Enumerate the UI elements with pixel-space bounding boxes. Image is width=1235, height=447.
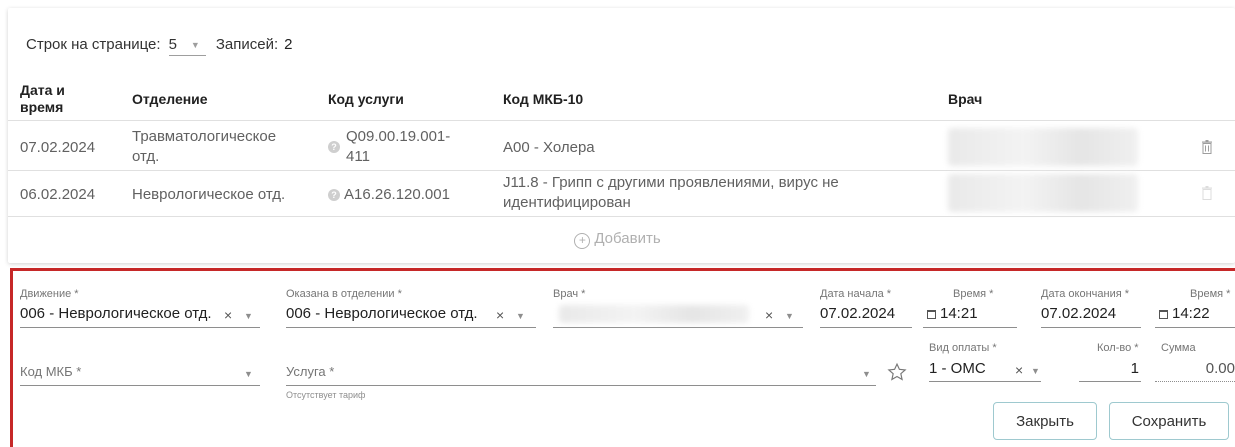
- end-date-input[interactable]: 07.02.2024: [1041, 303, 1141, 328]
- start-time-value: 14:21: [940, 305, 978, 322]
- dept-value: 006 - Неврологическое отд.: [286, 305, 478, 322]
- doctor-label: Врач *: [553, 288, 586, 300]
- table-header: Дата и время Отделение Код услуги Код МК…: [8, 80, 1235, 121]
- service-placeholder: Услуга *: [286, 364, 335, 379]
- trash-icon[interactable]: [1201, 186, 1213, 200]
- chevron-down-icon: ▼: [190, 39, 200, 50]
- row-date: 06.02.2024: [20, 186, 96, 203]
- qty-input[interactable]: 1: [1079, 357, 1141, 382]
- row-mkb: J11.8 - Грипп с другими проявлениями, ви…: [503, 174, 839, 211]
- sum-label: Сумма: [1161, 342, 1196, 354]
- column-header-mkb: Код МКБ-10: [503, 91, 584, 107]
- records-label: Записей:: [215, 36, 279, 53]
- start-time-input[interactable]: 14:21: [923, 303, 1017, 328]
- clear-icon[interactable]: ×: [1015, 362, 1023, 378]
- row-date: 07.02.2024: [20, 139, 96, 156]
- clear-icon[interactable]: ×: [496, 307, 504, 323]
- chevron-down-icon[interactable]: ▼: [1031, 366, 1040, 376]
- mkb-select[interactable]: Код МКБ * ▼: [20, 359, 260, 386]
- row-dept: Неврологическое отд.: [132, 186, 286, 203]
- chevron-down-icon[interactable]: ▼: [862, 369, 871, 379]
- service-hint: Отсутствует тариф: [286, 390, 366, 400]
- plus-circle-icon: +: [574, 233, 591, 249]
- column-header-doctor: Врач: [948, 91, 983, 107]
- calendar-icon: [1159, 310, 1168, 319]
- dept-select[interactable]: 006 - Неврологическое отд. × ▼: [286, 303, 536, 328]
- qty-value: 1: [1130, 360, 1139, 377]
- add-row-button[interactable]: + Добавить: [0, 230, 1235, 249]
- payment-value: 1 - ОМС: [929, 360, 986, 377]
- column-header-service: Код услуги: [328, 91, 404, 107]
- payment-label: Вид оплаты *: [929, 342, 997, 354]
- chevron-down-icon[interactable]: ▼: [785, 311, 794, 321]
- mkb-placeholder: Код МКБ *: [20, 364, 82, 379]
- star-icon[interactable]: [887, 362, 907, 382]
- rows-per-page-value: 5: [168, 36, 177, 53]
- clear-icon[interactable]: ×: [765, 307, 773, 323]
- sum-input: 0.00: [1155, 357, 1235, 382]
- start-date-input[interactable]: 07.02.2024: [820, 303, 912, 328]
- row-service-code: Q09.00.19.001-411: [346, 128, 451, 165]
- row-service: ? A16.26.120.001: [328, 185, 450, 205]
- chevron-down-icon[interactable]: ▼: [516, 311, 525, 321]
- calendar-icon: [927, 310, 936, 319]
- clear-icon[interactable]: ×: [224, 307, 232, 323]
- row-doctor-redacted: [948, 174, 1138, 212]
- add-label: Добавить: [594, 230, 661, 247]
- end-time-input[interactable]: 14:22: [1155, 303, 1235, 328]
- end-time-value: 14:22: [1172, 305, 1210, 322]
- doctor-value-redacted: [559, 305, 749, 323]
- trash-icon[interactable]: [1201, 140, 1213, 154]
- chevron-down-icon[interactable]: ▼: [244, 311, 253, 321]
- column-header-dept: Отделение: [132, 91, 208, 107]
- end-time-label: Время *: [1190, 288, 1231, 300]
- doctor-select[interactable]: × ▼: [553, 303, 803, 328]
- payment-select[interactable]: 1 - ОМС × ▼: [929, 357, 1041, 382]
- chevron-down-icon[interactable]: ▼: [244, 369, 253, 379]
- dept-label: Оказана в отделении *: [286, 288, 402, 300]
- row-service-code: A16.26.120.001: [344, 186, 450, 203]
- qty-label: Кол-во *: [1097, 342, 1139, 354]
- end-date-label: Дата окончания *: [1041, 288, 1130, 300]
- pagination: Строк на странице: 5 ▼ Записей: 2: [26, 36, 292, 56]
- records-count: 2: [284, 36, 293, 53]
- start-time-field: 14:21: [927, 305, 978, 322]
- table-row[interactable]: 06.02.2024 Неврологическое отд. ? A16.26.…: [8, 170, 1235, 217]
- start-date-label: Дата начала *: [820, 288, 892, 300]
- row-service: ? Q09.00.19.001-411: [328, 127, 468, 167]
- service-select[interactable]: Услуга * ▼: [286, 359, 876, 386]
- save-button[interactable]: Сохранить: [1109, 402, 1229, 440]
- rows-per-page-select[interactable]: 5 ▼: [168, 36, 206, 56]
- start-time-label: Время *: [953, 288, 994, 300]
- table-row[interactable]: 07.02.2024 Травматологическое отд. ? Q09…: [8, 124, 1235, 171]
- end-date-value: 07.02.2024: [1041, 305, 1117, 322]
- column-header-date: Дата и время: [20, 82, 65, 115]
- end-time-field: 14:22: [1159, 305, 1210, 322]
- help-icon[interactable]: ?: [328, 141, 340, 153]
- movement-select[interactable]: 006 - Неврологическое отд. × ▼: [20, 303, 260, 328]
- close-button[interactable]: Закрыть: [993, 402, 1097, 440]
- sum-value: 0.00: [1205, 360, 1235, 377]
- movement-value: 006 - Неврологическое отд.: [20, 305, 212, 322]
- service-edit-form: Движение * 006 - Неврологическое отд. × …: [10, 268, 1235, 447]
- row-doctor-redacted: [948, 128, 1138, 166]
- row-mkb: A00 - Холера: [503, 139, 595, 156]
- start-date-value: 07.02.2024: [820, 305, 896, 322]
- movement-label: Движение *: [20, 288, 79, 300]
- rows-per-page-label: Строк на странице:: [26, 36, 161, 53]
- row-dept: Травматологическое отд.: [132, 128, 277, 165]
- help-icon[interactable]: ?: [328, 189, 340, 202]
